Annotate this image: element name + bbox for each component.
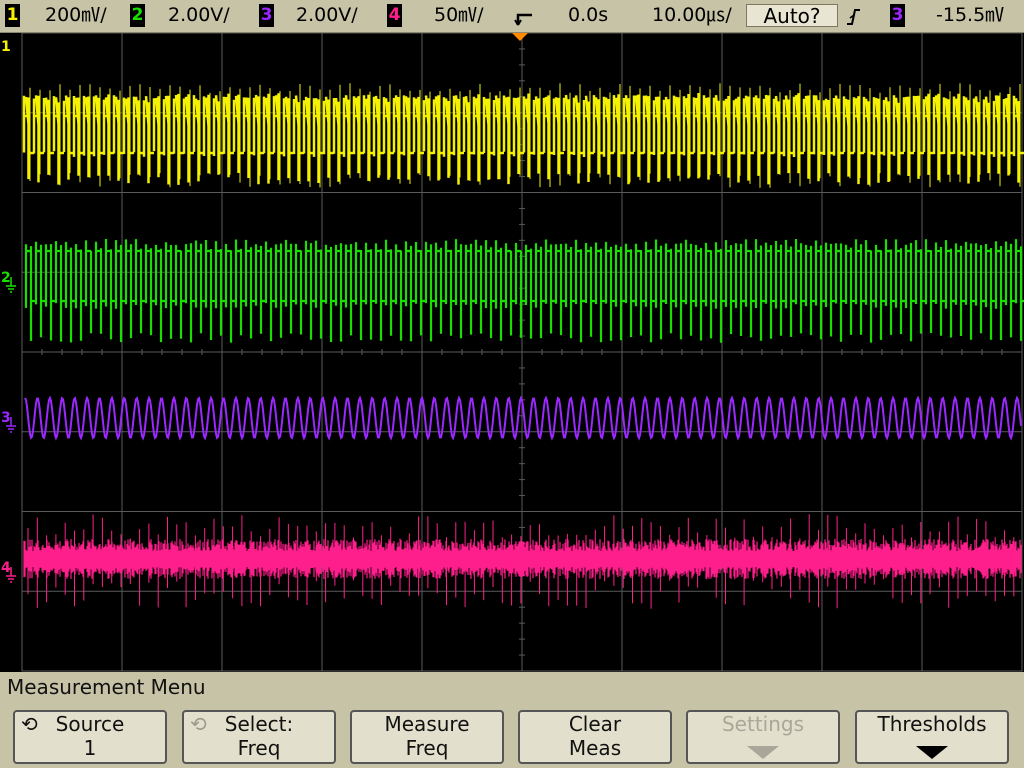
channel-3-marker[interactable]: 3 (1, 410, 11, 426)
menu-title: Measurement Menu (7, 675, 206, 699)
select-softkey-value: Freq (237, 736, 281, 760)
run-mode-button[interactable]: Auto? (746, 4, 838, 28)
clear-softkey-label: Clear (568, 712, 622, 736)
trigger-source-badge[interactable]: 3 (890, 4, 905, 27)
entry-knob-icon: ⟲ (21, 712, 38, 736)
settings-softkey[interactable]: Settings (686, 710, 840, 764)
channel-4-scale: 50㎷/ (434, 4, 484, 26)
submenu-arrow-icon-disabled (747, 746, 779, 759)
channel-3-scale: 2.00V/ (296, 4, 358, 26)
thresholds-softkey-label: Thresholds (877, 712, 987, 736)
delay-value: 0.0s (568, 4, 609, 26)
measure-softkey-value: Freq (405, 736, 449, 760)
channel-2-scale: 2.00V/ (168, 4, 230, 26)
channel-1-scale: 200㎷/ (45, 4, 107, 26)
traces (22, 83, 1024, 609)
channel-2-badge[interactable]: 2 (130, 4, 145, 27)
trigger-delay-icon (514, 13, 532, 26)
channel-2-marker[interactable]: 2 (1, 270, 11, 286)
trigger-level: -15.5㎷ (936, 4, 1005, 26)
channel-4-badge[interactable]: 4 (387, 4, 402, 27)
channel-2-trace (24, 239, 1024, 343)
waveform-svg: 1 2 3 4 (1, 32, 1024, 672)
timebase-value: 10.00㎲/ (652, 4, 732, 26)
channel-4-trace (23, 539, 1022, 579)
channel-1-trace (22, 93, 1024, 185)
rising-edge-icon (847, 9, 860, 25)
entry-knob-icon-disabled: ⟲ (190, 712, 207, 736)
channel-1-marker[interactable]: 1 (1, 39, 11, 55)
trigger-position-marker (512, 33, 528, 41)
measure-softkey[interactable]: Measure Freq (350, 710, 504, 764)
source-softkey[interactable]: ⟲ Source 1 (13, 710, 167, 764)
submenu-arrow-icon (916, 746, 948, 759)
clear-softkey-value: Meas (568, 736, 622, 760)
settings-softkey-label: Settings (721, 712, 805, 736)
source-softkey-value: 1 (83, 736, 97, 760)
channel-3-badge[interactable]: 3 (259, 4, 274, 27)
thresholds-softkey[interactable]: Thresholds (855, 710, 1009, 764)
channel-1-badge[interactable]: 1 (5, 4, 20, 27)
select-softkey[interactable]: ⟲ Select: Freq (182, 710, 336, 764)
status-bar: 1 200㎷/ 2 2.00V/ 3 2.00V/ 4 50㎷/ 0.0s 10… (0, 0, 1024, 33)
measure-softkey-label: Measure (384, 712, 470, 736)
waveform-display[interactable]: 1 2 3 4 (0, 32, 1024, 672)
softkey-menu: Measurement Menu ⟲ Source 1 ⟲ Select: Fr… (0, 672, 1024, 768)
channel-4-marker[interactable]: 4 (1, 560, 11, 576)
clear-meas-softkey[interactable]: Clear Meas (518, 710, 672, 764)
